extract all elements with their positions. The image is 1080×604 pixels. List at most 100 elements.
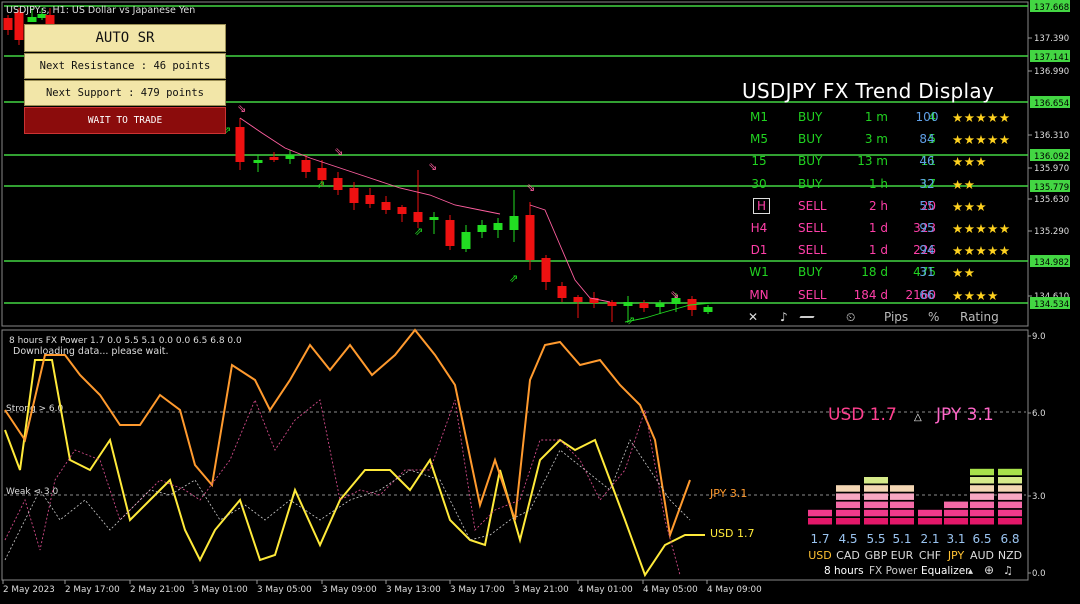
- equalizer-mode[interactable]: Equalizer: [921, 565, 970, 577]
- equalizer-value: 6.8: [1000, 532, 1019, 546]
- equalizer-app-name: FX Power: [869, 565, 918, 577]
- close-icon[interactable]: ✕: [748, 310, 758, 324]
- price-tick-label: 136.310: [1034, 131, 1069, 141]
- trend-percent: 100: [915, 110, 939, 124]
- trend-rating-stars: ★★★: [952, 198, 988, 214]
- price-tick-label: 137.390: [1034, 34, 1069, 44]
- expand-icon[interactable]: ▴: [968, 566, 973, 577]
- equalizer-currency[interactable]: NZD: [998, 549, 1022, 562]
- usd-line-label: USD 1.7: [710, 527, 755, 540]
- candle-body: [607, 302, 617, 306]
- trend-percent: 32: [919, 176, 935, 191]
- auto-sr-panel: AUTO SR Next Resistance : 46 points Next…: [24, 24, 226, 134]
- price-tick-label: 135.970: [1034, 164, 1069, 174]
- equalizer-value: 2.1: [920, 532, 939, 546]
- time-label: 2 May 17:00: [65, 585, 120, 595]
- equalizer-bar-segment: [944, 518, 968, 525]
- equalizer-bar-segment: [970, 501, 994, 509]
- trend-signal: BUY: [798, 132, 823, 147]
- candle-body: [14, 12, 24, 40]
- equalizer-bar-segment: [836, 493, 860, 500]
- trend-rating-stars: ★★★★★: [952, 110, 1011, 125]
- price-tick-label: 135.630: [1034, 195, 1069, 205]
- trend-percent: 66: [919, 287, 935, 302]
- candle-body: [461, 232, 471, 249]
- equalizer-bar-segment: [808, 518, 832, 525]
- price-tick-label: 136.092: [1034, 152, 1069, 162]
- equalizer-currency[interactable]: USD: [808, 549, 832, 562]
- sell-arrow-icon: ⇘: [428, 160, 437, 173]
- trend-timeframe: H: [740, 197, 778, 214]
- candle-body: [493, 223, 503, 230]
- power-header: 8 hours FX Power 1.7 0.0 5.5 5.1 0.0 0.0…: [9, 336, 242, 346]
- trend-duration: 1 h: [868, 176, 888, 191]
- trend-timeframe: D1: [750, 243, 768, 258]
- sell-arrow-icon: ⇘: [526, 181, 535, 194]
- crosshair-icon[interactable]: ⊕: [984, 563, 994, 577]
- equalizer-bar-segment: [998, 468, 1022, 476]
- equalizer-currency[interactable]: JPY: [947, 549, 965, 562]
- price-tick-label: 137.668: [1034, 3, 1069, 13]
- trend-signal: SELL: [798, 243, 827, 258]
- candle-body: [397, 207, 407, 214]
- trend-rating-stars: ★★★★★: [952, 243, 1011, 259]
- equalizer-bar-segment: [970, 477, 994, 484]
- trend-timeframe: M1: [750, 110, 768, 124]
- rating-header: Rating: [960, 310, 999, 324]
- candle-body: [253, 160, 263, 163]
- trend-signal: SELL: [798, 287, 827, 302]
- equalizer-bar-segment: [998, 501, 1022, 509]
- sound-icon[interactable]: ♪: [780, 310, 788, 324]
- price-tick-label: 134.982: [1034, 258, 1069, 268]
- pct-header: %: [928, 310, 940, 324]
- equalizer-bar-segment: [836, 501, 860, 509]
- sound-icon[interactable]: ♫: [1003, 564, 1013, 577]
- equalizer-bar-segment: [864, 518, 888, 525]
- trend-percent: 95: [919, 220, 935, 235]
- trend-rating-stars: ★★★★: [952, 287, 999, 303]
- trend-timeframe: 30: [751, 176, 767, 191]
- candle-body: [413, 212, 423, 222]
- equalizer-currency[interactable]: AUD: [970, 549, 994, 562]
- jpy-line-label: JPY 3.1: [709, 487, 747, 500]
- equalizer-value: 4.5: [838, 532, 857, 546]
- time-label: 2 May 2023: [3, 585, 55, 595]
- equalizer-value: 3.1: [946, 532, 965, 546]
- sell-arrow-icon: ⇘: [334, 145, 343, 158]
- clock-icon: ⏲: [846, 310, 856, 324]
- power-y-tick: 6.0: [1032, 409, 1046, 419]
- time-label: 2 May 21:00: [130, 585, 185, 595]
- auto-sr-title[interactable]: AUTO SR: [24, 24, 226, 52]
- pencil-icon[interactable]: [799, 316, 815, 318]
- trend-rating-stars: ★★★★★: [952, 220, 1011, 236]
- candle-body: [235, 127, 245, 162]
- candle-body: [525, 215, 535, 260]
- equalizer-hours[interactable]: 8 hours: [824, 565, 864, 577]
- candle-body: [557, 286, 567, 298]
- trend-rating-stars: ★★★: [952, 154, 988, 170]
- equalizer-value: 1.7: [810, 532, 829, 546]
- symbol-title: USDJPY.s, H1: US Dollar vs Japanese Yen: [6, 5, 195, 16]
- equalizer-value: 5.1: [892, 532, 911, 546]
- time-label: 4 May 01:00: [578, 585, 633, 595]
- time-label: 3 May 21:00: [514, 585, 569, 595]
- equalizer-currency[interactable]: GBP: [865, 549, 888, 562]
- time-label: 3 May 13:00: [386, 585, 441, 595]
- equalizer-bar-segment: [970, 468, 994, 476]
- equalizer-bar-segment: [890, 493, 914, 500]
- buy-arrow-icon: ⇗: [626, 314, 635, 327]
- equalizer-bar-segment: [864, 485, 888, 492]
- equalizer-currency[interactable]: CHF: [919, 549, 941, 562]
- equalizer-bar-segment: [970, 509, 994, 517]
- equalizer-bar-segment: [836, 509, 860, 517]
- trend-duration: 1 d: [868, 220, 888, 235]
- equalizer-currency[interactable]: EUR: [891, 549, 914, 562]
- trend-signal: SELL: [798, 220, 827, 235]
- equalizer-bar-segment: [836, 518, 860, 525]
- trend-duration: 2 h: [868, 198, 888, 213]
- candle-body: [301, 160, 311, 172]
- trend-signal: BUY: [798, 176, 823, 191]
- equalizer-currency[interactable]: CAD: [836, 549, 860, 562]
- trade-action-button[interactable]: WAIT TO TRADE: [24, 107, 226, 134]
- trend-signal: BUY: [798, 265, 823, 280]
